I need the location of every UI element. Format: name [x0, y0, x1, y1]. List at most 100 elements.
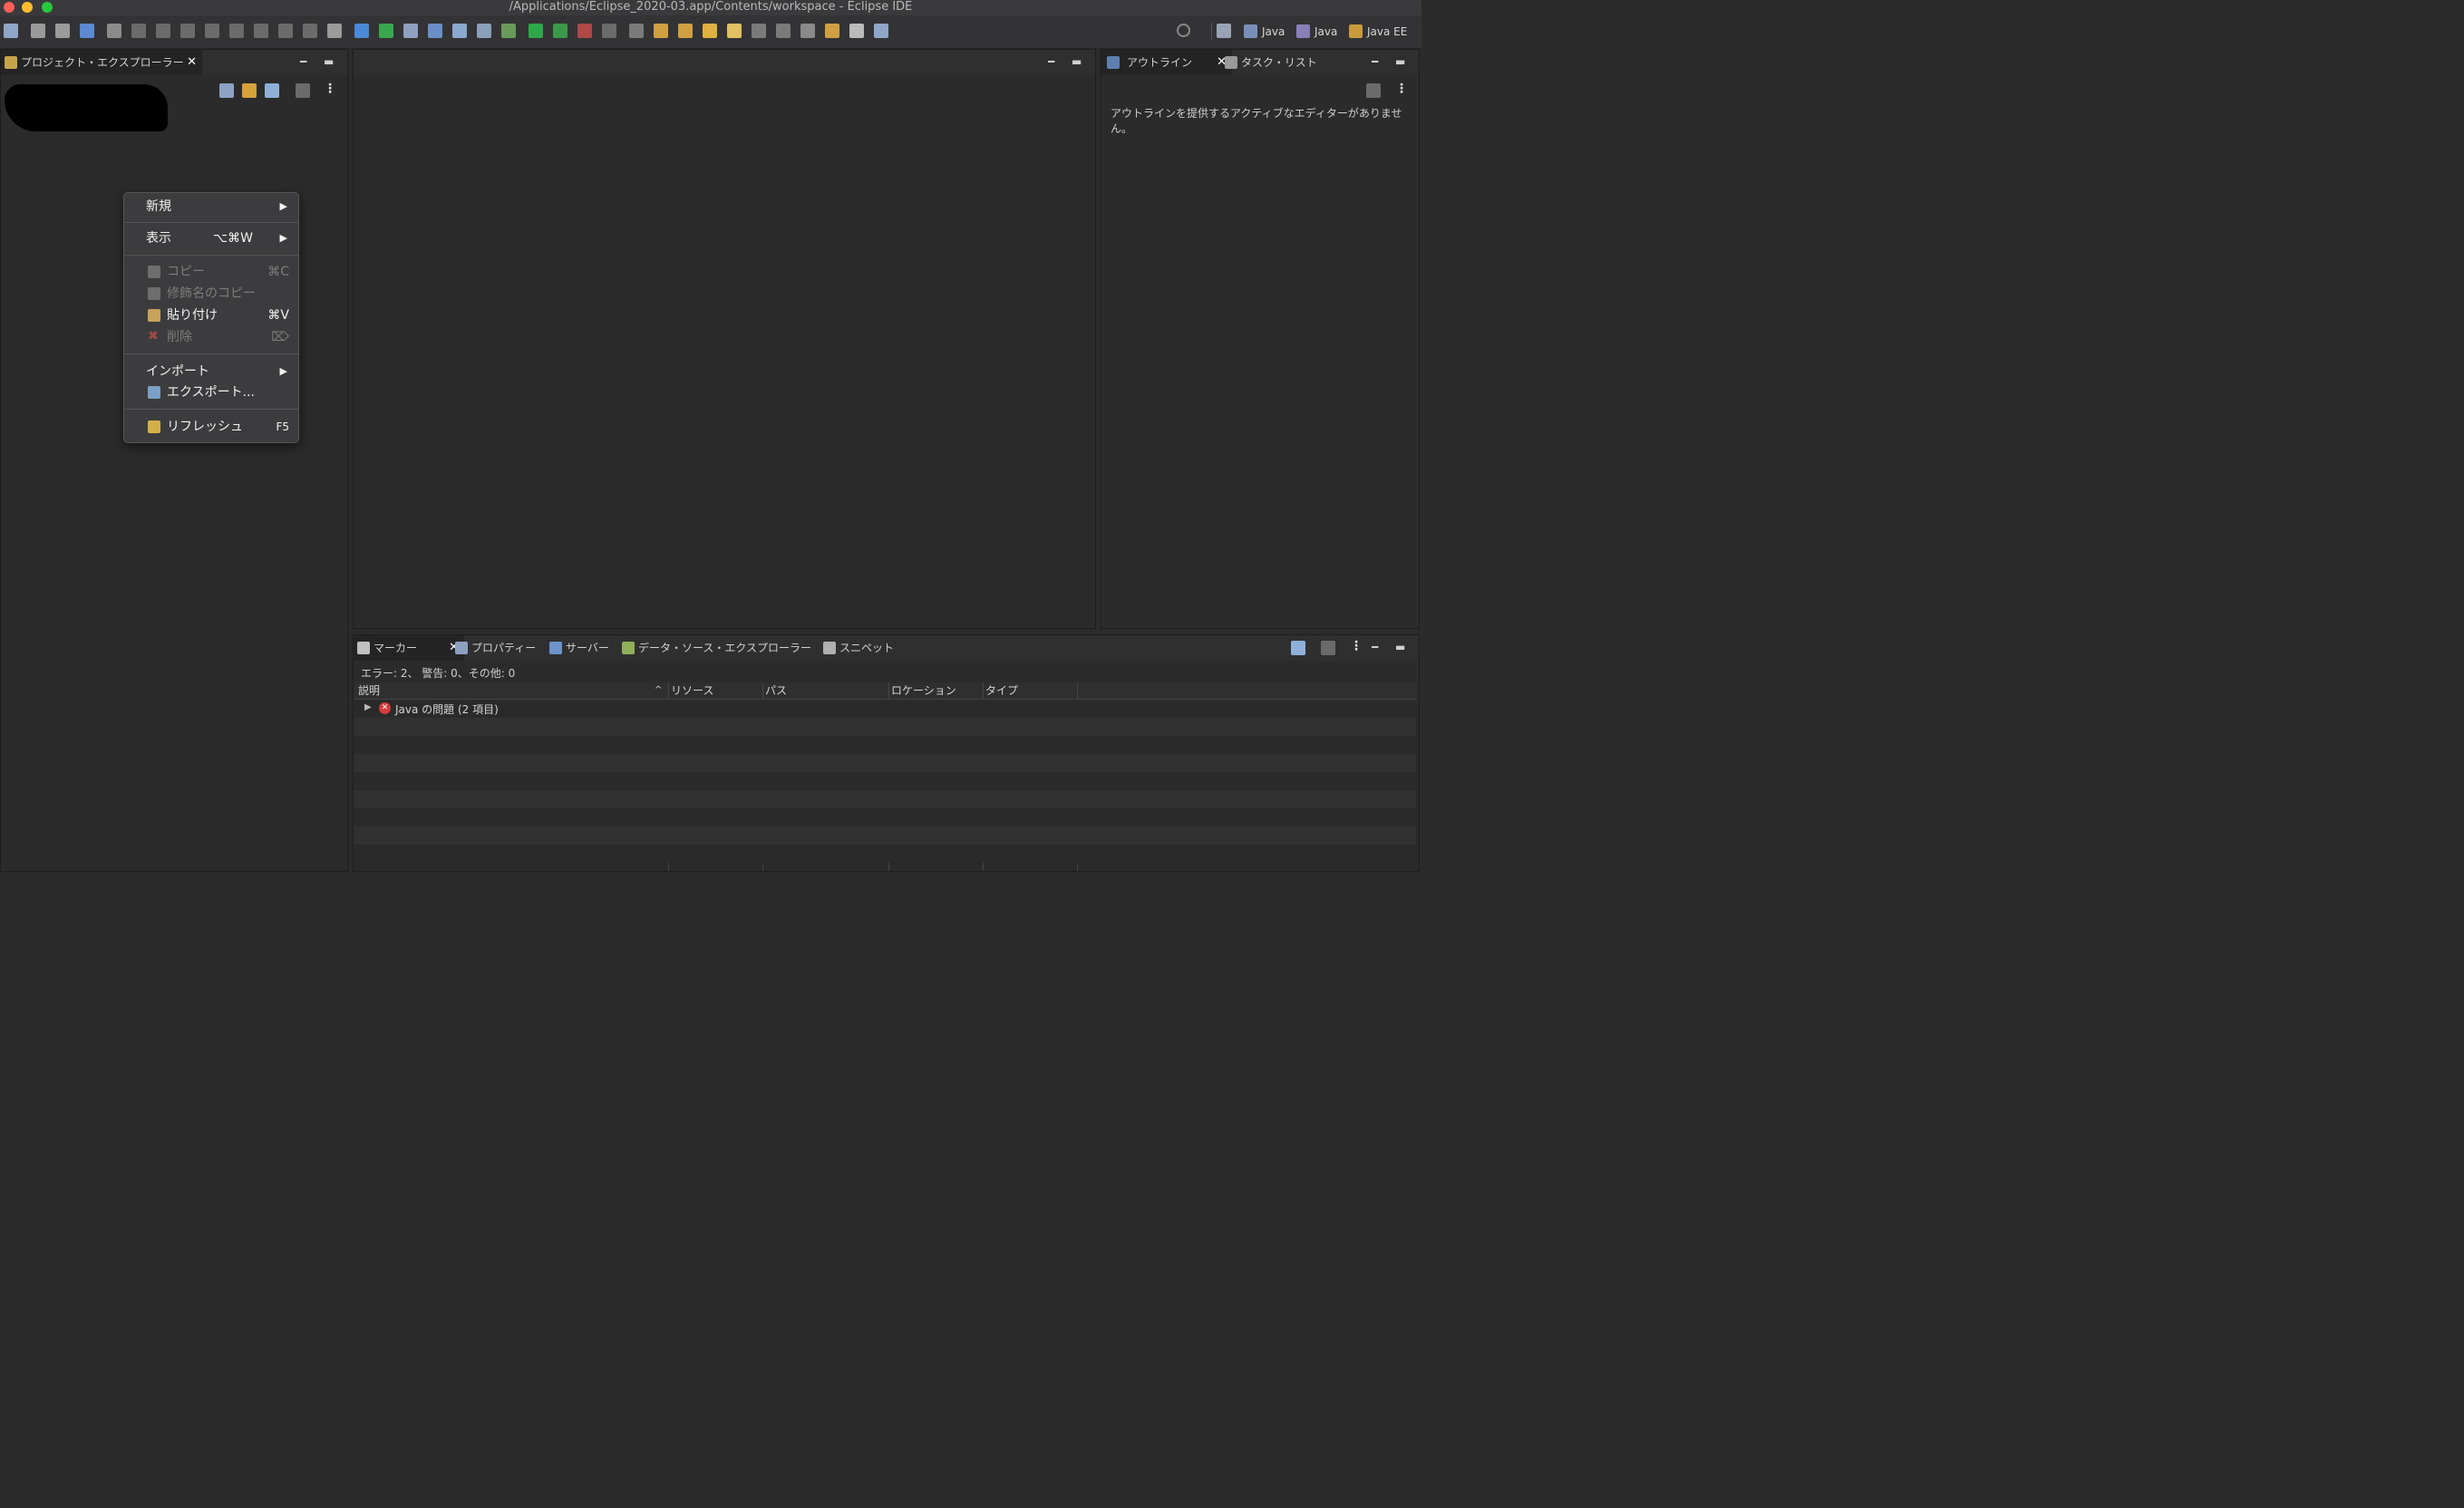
minimize-window-button[interactable] — [22, 2, 33, 13]
menu-item-new[interactable]: 新規 ▶ — [124, 196, 298, 218]
maximize-icon[interactable]: ▬ — [1395, 55, 1405, 68]
tab-snippets[interactable]: スニペット — [820, 635, 894, 661]
disconnect-icon[interactable] — [205, 24, 219, 38]
tab-servers[interactable]: サーバー — [546, 635, 609, 661]
drop-to-frame-icon[interactable] — [303, 24, 317, 38]
close-icon[interactable]: ✕ — [187, 50, 197, 75]
focus-icon[interactable] — [1321, 641, 1335, 655]
minimize-icon[interactable]: ━ — [1372, 641, 1378, 653]
brush-icon[interactable] — [727, 24, 742, 38]
tab-task-list[interactable]: タスク・リスト — [1221, 50, 1317, 75]
link-with-editor-icon[interactable] — [242, 83, 257, 98]
perspective-java[interactable]: Java — [1244, 23, 1285, 41]
submenu-arrow-icon: ▶ — [279, 200, 287, 212]
forward-icon[interactable] — [849, 24, 864, 38]
minimize-icon[interactable]: ━ — [1372, 55, 1378, 68]
view-menu-icon[interactable]: ⋮ — [324, 82, 336, 96]
data-source-icon — [622, 642, 635, 654]
table-row — [354, 790, 1416, 808]
perspective-java-browsing[interactable]: Java — [1296, 23, 1337, 41]
step-return-icon[interactable] — [278, 24, 293, 38]
perspective-java-ee[interactable]: Java EE — [1349, 23, 1407, 41]
save-all-icon[interactable] — [55, 24, 70, 38]
java-perspective-icon — [1244, 24, 1257, 38]
tab-markers[interactable]: マーカー ✕ — [354, 635, 464, 661]
use-step-filters-icon[interactable] — [327, 24, 342, 38]
context-menu: 新規 ▶ 表示 ⌥⌘W ▶ コピー ⌘C 修飾名のコピー 貼り付け ⌘V ✖ 削… — [123, 192, 299, 443]
prev-annotation-icon[interactable] — [776, 24, 791, 38]
column-path[interactable]: パス — [765, 682, 787, 699]
open-folder-icon[interactable] — [678, 24, 693, 38]
last-edit-icon[interactable] — [800, 24, 815, 38]
zoom-window-button[interactable] — [42, 2, 53, 13]
terminate-icon[interactable] — [180, 24, 195, 38]
next-annotation-icon[interactable] — [752, 24, 766, 38]
task-list-icon — [1225, 56, 1237, 69]
outline-panel: アウトライン ✕ タスク・リスト ━ ▬ ⋮ アウトラインを提供するアクティブな… — [1101, 49, 1420, 629]
new-icon[interactable] — [4, 24, 18, 38]
tab-properties[interactable]: プロパティー — [451, 635, 536, 661]
run-icon[interactable] — [529, 24, 543, 38]
maximize-icon[interactable]: ▬ — [1395, 641, 1405, 653]
pin-icon[interactable] — [874, 24, 888, 38]
save-icon[interactable] — [31, 24, 45, 38]
toggle-icon[interactable] — [80, 24, 94, 38]
table-row[interactable]: ▶ ✕ Java の問題 (2 項目) — [354, 700, 1416, 718]
settings-icon[interactable] — [354, 24, 369, 38]
open-task-icon[interactable] — [654, 24, 668, 38]
open-perspective-icon[interactable] — [1217, 24, 1231, 38]
editor-tabbar: ━ ▬ — [354, 50, 1095, 75]
maximize-icon[interactable]: ▬ — [1072, 55, 1082, 68]
menu-item-export[interactable]: エクスポート... — [124, 382, 298, 403]
focus-icon[interactable] — [1366, 83, 1381, 98]
close-window-button[interactable] — [4, 2, 15, 13]
menu-item-paste[interactable]: 貼り付け ⌘V — [124, 304, 298, 326]
search-icon[interactable] — [1177, 24, 1190, 37]
outline-icon — [1107, 56, 1120, 69]
menu-item-copy-qualified-name[interactable]: 修飾名のコピー — [124, 283, 298, 304]
view-menu-icon[interactable]: ⋮ — [1395, 82, 1408, 96]
open-file-icon[interactable] — [703, 24, 717, 38]
column-location[interactable]: ロケーション — [891, 682, 956, 699]
new-web-service-icon[interactable] — [452, 24, 467, 38]
back-icon[interactable] — [825, 24, 839, 38]
new-server-icon[interactable] — [403, 24, 418, 38]
menu-item-delete[interactable]: ✖ 削除 ⌦ — [124, 326, 298, 348]
filter-icon[interactable] — [265, 83, 279, 98]
debug-icon[interactable] — [501, 24, 516, 38]
minimize-icon[interactable]: ━ — [300, 55, 306, 68]
expand-icon[interactable]: ▶ — [364, 702, 372, 712]
error-icon: ✕ — [379, 702, 391, 714]
skip-breakpoints-icon[interactable] — [107, 24, 121, 38]
column-resource[interactable]: リソース — [671, 682, 713, 699]
collapse-all-icon[interactable] — [219, 83, 234, 98]
tab-data-source-explorer[interactable]: データ・ソース・エクスプローラー — [618, 635, 811, 661]
menu-item-show-in[interactable]: 表示 ⌥⌘W ▶ — [124, 227, 298, 249]
search-web-icon[interactable] — [477, 24, 491, 38]
new-java-class-icon[interactable] — [428, 24, 442, 38]
table-row — [354, 718, 1416, 736]
project-explorer-icon — [5, 56, 17, 69]
resume-icon[interactable] — [131, 24, 146, 38]
tab-outline[interactable]: アウトライン ✕ — [1101, 50, 1232, 75]
power-icon[interactable] — [379, 24, 393, 38]
step-into-icon[interactable] — [229, 24, 244, 38]
open-type-icon[interactable] — [629, 24, 644, 38]
focus-icon[interactable] — [296, 83, 310, 98]
tab-project-explorer[interactable]: プロジェクト・エクスプローラー ✕ — [1, 50, 202, 75]
filter-icon[interactable] — [1291, 641, 1305, 655]
menu-item-refresh[interactable]: リフレッシュ F5 — [124, 416, 298, 438]
column-description[interactable]: 説明 — [358, 682, 380, 699]
menu-item-copy[interactable]: コピー ⌘C — [124, 261, 298, 283]
coverage-icon[interactable] — [553, 24, 567, 38]
menu-item-import[interactable]: インポート ▶ — [124, 361, 298, 382]
external-tools-icon[interactable] — [577, 24, 592, 38]
title-bar: /Applications/Eclipse_2020-03.app/Conten… — [0, 0, 1421, 15]
step-over-icon[interactable] — [254, 24, 268, 38]
stop-icon[interactable] — [602, 24, 616, 38]
column-type[interactable]: タイプ — [985, 682, 1018, 699]
suspend-icon[interactable] — [156, 24, 170, 38]
view-menu-icon[interactable]: ⋮ — [1350, 639, 1363, 653]
maximize-icon[interactable]: ▬ — [324, 55, 334, 68]
minimize-icon[interactable]: ━ — [1048, 55, 1054, 68]
